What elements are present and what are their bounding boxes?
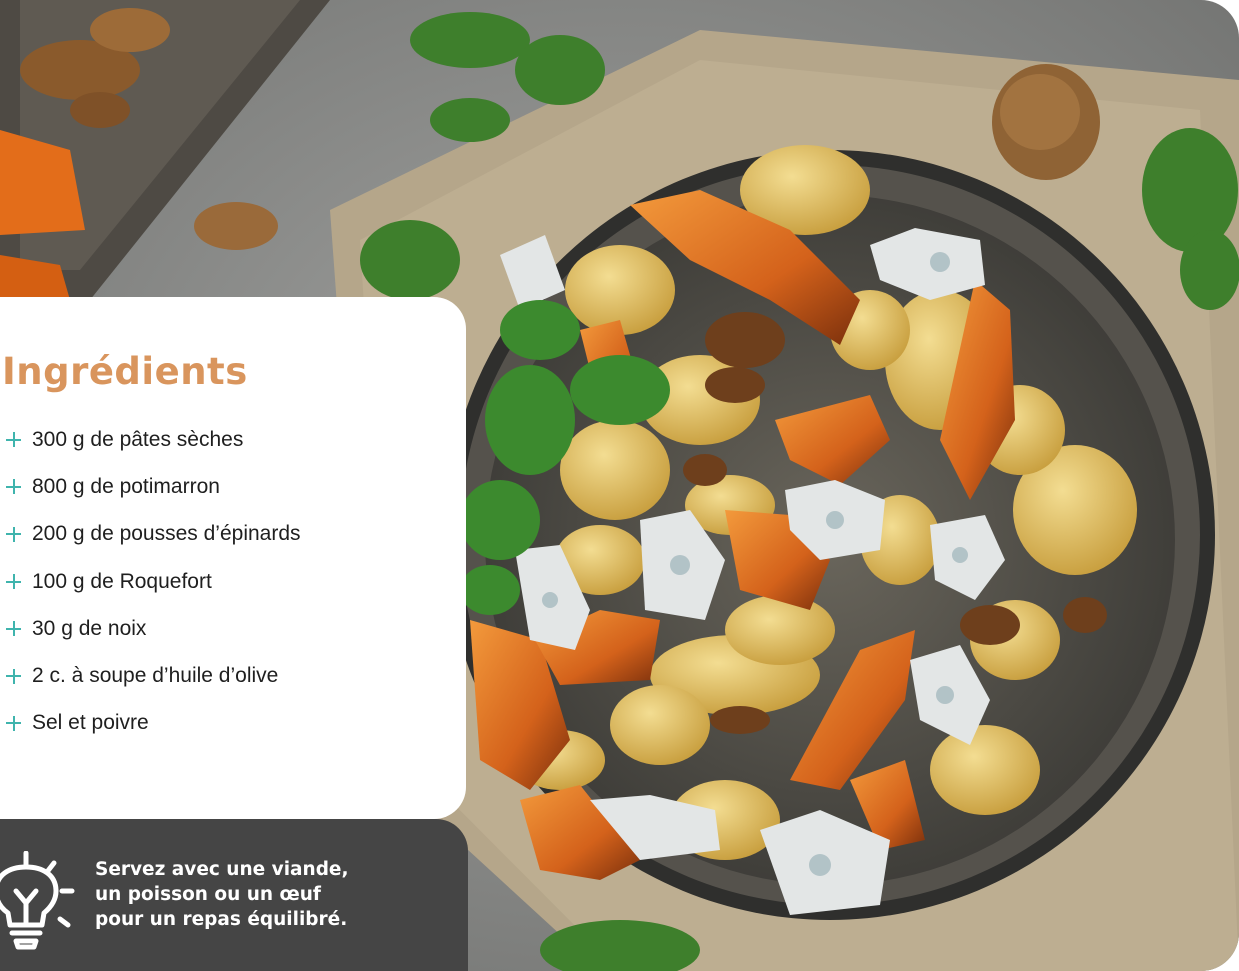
- lightbulb-icon: [0, 851, 75, 950]
- tip-line: pour un repas équilibré.: [95, 909, 348, 930]
- ingredient-label: 800 g de potimarron: [32, 474, 220, 498]
- plus-icon: [6, 715, 21, 731]
- list-item: 30 g de noix: [2, 605, 466, 652]
- list-item: 200 g de pousses d’épinards: [2, 511, 466, 558]
- tip-line: Servez avec une viande,: [95, 859, 349, 880]
- ingredients-card: Ingrédients 300 g de pâtes sèches 800 g …: [0, 297, 466, 819]
- ingredient-label: 200 g de pousses d’épinards: [32, 522, 301, 546]
- ingredient-label: 300 g de pâtes sèches: [32, 427, 244, 451]
- ingredients-title: Ingrédients: [2, 350, 248, 393]
- plus-icon: [6, 479, 21, 495]
- ingredients-list: 300 g de pâtes sèches 800 g de potimarro…: [2, 416, 466, 747]
- list-item: 800 g de potimarron: [2, 463, 466, 510]
- list-item: 300 g de pâtes sèches: [2, 416, 466, 463]
- ingredient-label: 30 g de noix: [32, 616, 147, 640]
- list-item: Sel et poivre: [2, 700, 466, 747]
- plus-icon: [6, 621, 21, 637]
- plus-icon: [6, 526, 21, 542]
- tip-text: Servez avec une viande, un poisson ou un…: [95, 857, 425, 932]
- ingredient-label: 2 c. à soupe d’huile d’olive: [32, 664, 279, 688]
- plus-icon: [6, 668, 21, 684]
- ingredient-label: Sel et poivre: [32, 711, 149, 735]
- list-item: 100 g de Roquefort: [2, 558, 466, 605]
- list-item: 2 c. à soupe d’huile d’olive: [2, 652, 466, 699]
- tip-line: un poisson ou un œuf: [95, 884, 321, 905]
- plus-icon: [6, 574, 21, 590]
- ingredient-label: 100 g de Roquefort: [32, 569, 212, 593]
- plus-icon: [6, 432, 21, 448]
- tip-box: Servez avec une viande, un poisson ou un…: [0, 819, 468, 971]
